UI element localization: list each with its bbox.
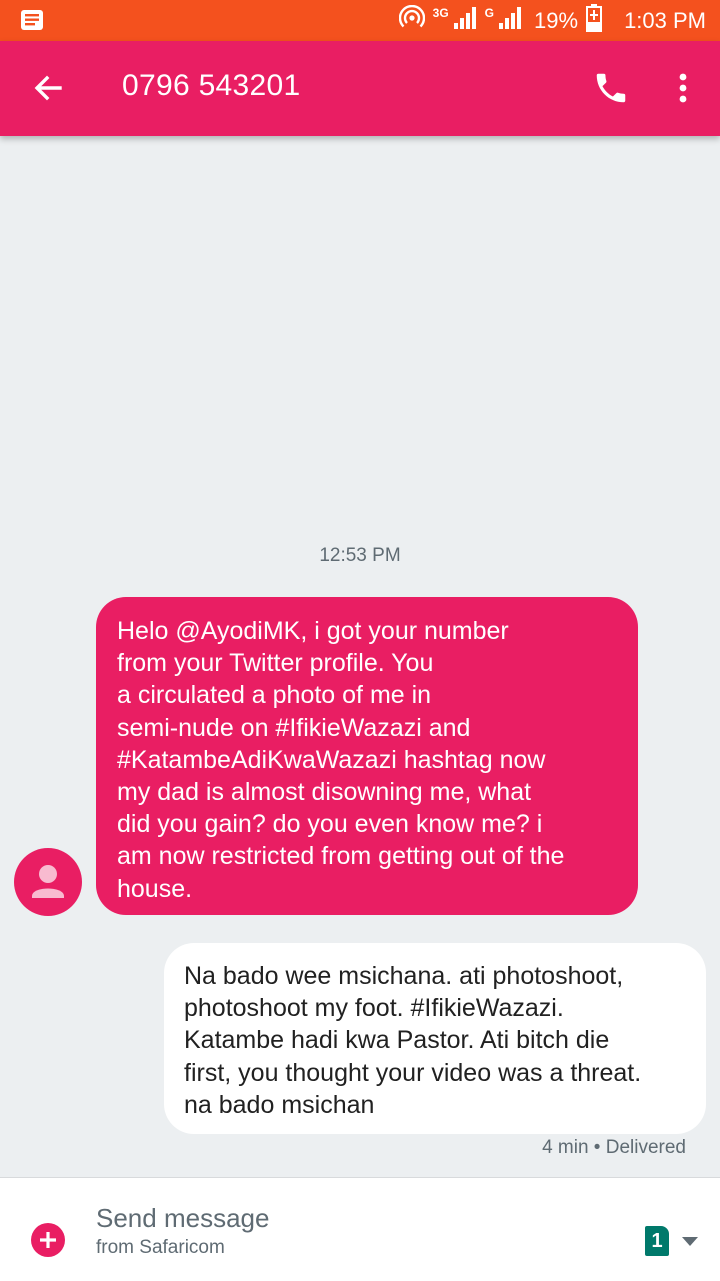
- app-bar: 0796 543201: [0, 41, 720, 136]
- message-line: na bado msichan: [184, 1090, 375, 1119]
- signal-icon: [453, 6, 477, 35]
- message-line: Helo @AyodiMK, i got your number: [117, 617, 509, 645]
- battery-charging-icon: [586, 4, 603, 37]
- message-line: from your Twitter profile. You: [117, 649, 434, 678]
- sim-slot-badge[interactable]: 1: [645, 1226, 669, 1256]
- contact-avatar[interactable]: [14, 848, 82, 916]
- status-bar: 3G G 19% 1:03 PM: [0, 0, 720, 41]
- chevron-down-icon[interactable]: [681, 1235, 699, 1253]
- message-line: photoshoot my foot. #IfikieWazazi.: [184, 994, 564, 1023]
- outgoing-message-bubble[interactable]: Na bado wee msichana. ati photoshoot, ph…: [164, 943, 706, 1134]
- contact-number-title: 0796 543201: [122, 69, 301, 102]
- message-line: semi-nude on #IfikieWazazi and: [117, 713, 471, 742]
- hotspot-icon: [398, 4, 425, 36]
- back-arrow-icon[interactable]: [30, 70, 66, 106]
- message-line: first, you thought your video was a thre…: [184, 1058, 642, 1087]
- network-g-label: G: [484, 5, 495, 20]
- message-notification-icon: [20, 9, 44, 36]
- battery-percentage: 19%: [534, 7, 579, 33]
- message-line: did you gain? do you even know me? i: [117, 810, 543, 839]
- message-line: #KatambeAdiKwaWazazi hashtag now: [117, 745, 546, 774]
- add-attachment-icon[interactable]: [30, 1222, 66, 1258]
- carrier-subline: from Safaricom: [96, 1237, 225, 1258]
- status-time: 1:03 PM: [624, 7, 706, 33]
- compose-bar: Send message from Safaricom 1: [0, 1177, 720, 1281]
- message-line: house.: [117, 874, 193, 903]
- message-line: Katambe hadi kwa Pastor. Ati bitch die: [184, 1026, 610, 1055]
- message-timestamp: 12:53 PM: [319, 545, 401, 566]
- message-line: a circulated a photo of me in: [117, 681, 432, 710]
- message-input[interactable]: Send message: [96, 1203, 269, 1234]
- phone-call-icon[interactable]: [592, 69, 630, 107]
- incoming-message-bubble[interactable]: Helo @AyodiMK, i got your number from yo…: [96, 597, 638, 915]
- message-line: am now restricted from getting out of th…: [117, 842, 565, 871]
- person-icon: [32, 865, 64, 898]
- signal-icon: [498, 6, 522, 35]
- message-line: Na bado wee msichana. ati photoshoot,: [184, 962, 624, 990]
- network-3g-label: 3G: [432, 5, 449, 20]
- more-options-icon[interactable]: [668, 69, 698, 107]
- message-line: my dad is almost disowning me, what: [117, 778, 532, 807]
- delivery-status: 4 min • Delivered: [542, 1137, 686, 1158]
